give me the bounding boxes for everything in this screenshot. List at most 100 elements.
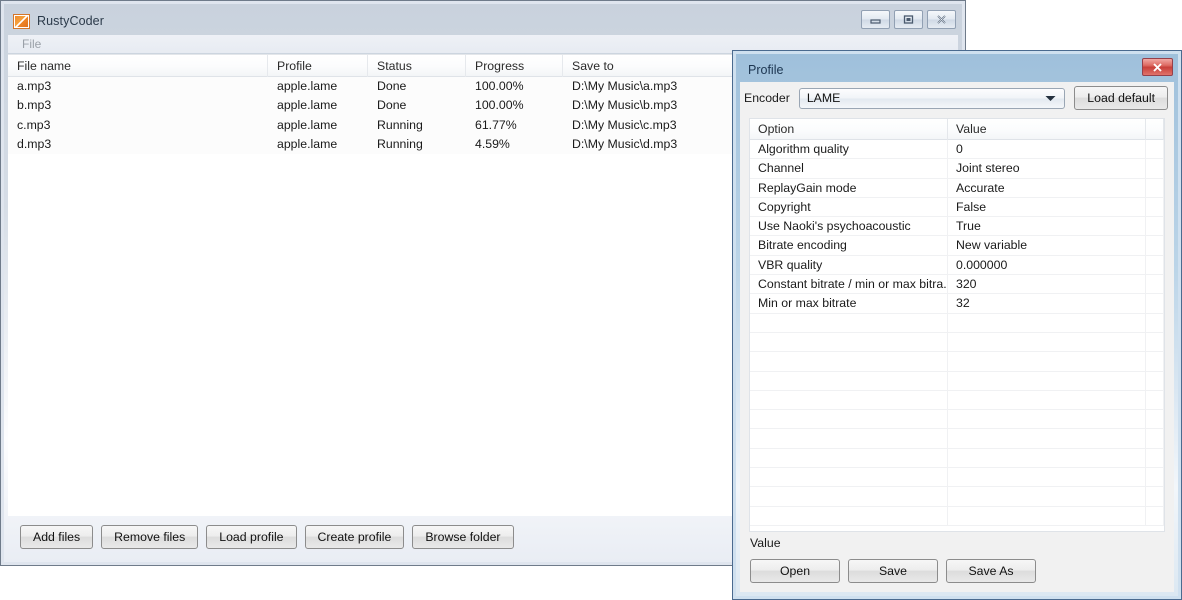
encoder-selected-value: LAME	[806, 91, 841, 105]
options-table-empty-row[interactable]	[750, 371, 1164, 391]
cell-extra	[1146, 468, 1164, 488]
cell-option	[750, 429, 948, 449]
table-row[interactable]: VBR quality 0.000000	[750, 255, 1164, 276]
cell-value	[948, 468, 1146, 488]
options-table-empty-row[interactable]	[750, 487, 1164, 507]
close-button[interactable]	[927, 10, 956, 29]
remove-files-button[interactable]: Remove files	[101, 525, 199, 549]
cell-extra	[1146, 294, 1164, 314]
cell-option: Use Naoki's psychoacoustic	[750, 217, 948, 237]
options-table-empty-row[interactable]	[750, 429, 1164, 449]
cell-option: Constant bitrate / min or max bitra...	[750, 275, 948, 295]
chevron-down-icon	[1045, 89, 1056, 108]
table-row[interactable]: Constant bitrate / min or max bitra... 32…	[750, 275, 1164, 295]
cell-status: Done	[377, 79, 407, 93]
cell-extra	[1146, 313, 1164, 333]
cell-extra	[1146, 448, 1164, 469]
cell-extra	[1146, 352, 1164, 372]
menu-item-file[interactable]: File	[17, 36, 46, 52]
load-default-button[interactable]: Load default	[1074, 86, 1168, 110]
cell-progress: 100.00%	[475, 79, 524, 93]
profile-dialog-body: Encoder LAME Load default Option Value A…	[740, 82, 1174, 592]
cell-value: True	[948, 217, 1146, 237]
options-table-empty-row[interactable]	[750, 332, 1164, 353]
cell-option: Copyright	[750, 197, 948, 218]
table-row[interactable]: ReplayGain mode Accurate	[750, 178, 1164, 198]
cell-value: False	[948, 197, 1146, 218]
cell-option	[750, 448, 948, 469]
minimize-button[interactable]	[861, 10, 890, 29]
options-table-empty-row[interactable]	[750, 410, 1164, 430]
encoder-select[interactable]: LAME	[798, 87, 1066, 109]
cell-option: Algorithm quality	[750, 140, 948, 160]
cell-extra	[1146, 332, 1164, 353]
options-table-empty-row[interactable]	[750, 390, 1164, 411]
options-table-empty-row[interactable]	[750, 448, 1164, 469]
options-table-empty-row[interactable]	[750, 468, 1164, 488]
cell-extra	[1146, 275, 1164, 295]
table-row[interactable]: Algorithm quality 0	[750, 140, 1164, 160]
column-header-extra[interactable]	[1146, 119, 1164, 140]
column-header-progress[interactable]: Progress	[466, 55, 563, 77]
cell-option	[750, 487, 948, 507]
cell-option: Min or max bitrate	[750, 294, 948, 314]
main-titlebar[interactable]: RustyCoder	[7, 7, 959, 35]
cell-option	[750, 390, 948, 411]
cell-value	[948, 506, 1146, 526]
cell-option: VBR quality	[750, 255, 948, 276]
column-header-file-name[interactable]: File name	[8, 55, 268, 77]
column-header-value[interactable]: Value	[948, 119, 1146, 140]
table-row[interactable]: Copyright False	[750, 197, 1164, 218]
cell-value	[948, 429, 1146, 449]
options-table-empty-row[interactable]	[750, 506, 1164, 526]
cell-extra	[1146, 197, 1164, 218]
cell-extra	[1146, 487, 1164, 507]
save-as-button[interactable]: Save As	[946, 559, 1036, 583]
encoder-label: Encoder	[744, 91, 790, 105]
table-row[interactable]: Min or max bitrate 32	[750, 294, 1164, 314]
cell-option	[750, 332, 948, 353]
browse-folder-button[interactable]: Browse folder	[412, 525, 514, 549]
table-row[interactable]: Bitrate encoding New variable	[750, 236, 1164, 256]
create-profile-button[interactable]: Create profile	[304, 525, 405, 549]
profile-dialog-button-bar: Open Save Save As	[750, 558, 1164, 584]
cell-file-name: c.mp3	[17, 117, 51, 132]
cell-option: Channel	[750, 159, 948, 179]
cell-option	[750, 468, 948, 488]
cell-value	[948, 410, 1146, 430]
value-section-label: Value	[750, 536, 781, 550]
cell-option	[750, 410, 948, 430]
options-table-empty-row[interactable]	[750, 352, 1164, 372]
cell-extra	[1146, 390, 1164, 411]
cell-value: 0	[948, 140, 1146, 160]
cell-extra	[1146, 429, 1164, 449]
profile-dialog-titlebar[interactable]: Profile	[739, 57, 1175, 82]
close-icon	[937, 15, 946, 24]
options-table-empty-row[interactable]	[750, 313, 1164, 333]
open-button[interactable]: Open	[750, 559, 840, 583]
add-files-button[interactable]: Add files	[20, 525, 94, 549]
profile-dialog-close-button[interactable]	[1142, 58, 1173, 76]
column-header-status[interactable]: Status	[368, 55, 466, 77]
cell-option	[750, 352, 948, 372]
save-button[interactable]: Save	[848, 559, 938, 583]
cell-file-name: b.mp3	[17, 98, 52, 113]
maximize-button[interactable]	[894, 10, 923, 29]
table-row[interactable]: Use Naoki's psychoacoustic True	[750, 217, 1164, 237]
options-table: Option Value Algorithm quality 0 Channel Jo…	[749, 118, 1165, 532]
encoder-row: Encoder LAME Load default	[740, 82, 1174, 114]
table-row[interactable]: Channel Joint stereo	[750, 159, 1164, 179]
profile-dialog: Profile Encoder LAME Load default Option…	[732, 50, 1182, 600]
cell-progress: 100.00%	[475, 98, 524, 113]
cell-extra	[1146, 140, 1164, 160]
cell-extra	[1146, 178, 1164, 198]
profile-dialog-title: Profile	[748, 62, 784, 77]
load-profile-button[interactable]: Load profile	[206, 525, 297, 549]
cell-value: New variable	[948, 236, 1146, 256]
main-window-title: RustyCoder	[37, 14, 104, 28]
cell-value	[948, 390, 1146, 411]
column-header-option[interactable]: Option	[750, 119, 948, 140]
column-header-profile[interactable]: Profile	[268, 55, 368, 77]
cell-file-name: a.mp3	[17, 79, 52, 93]
cell-value	[948, 332, 1146, 353]
